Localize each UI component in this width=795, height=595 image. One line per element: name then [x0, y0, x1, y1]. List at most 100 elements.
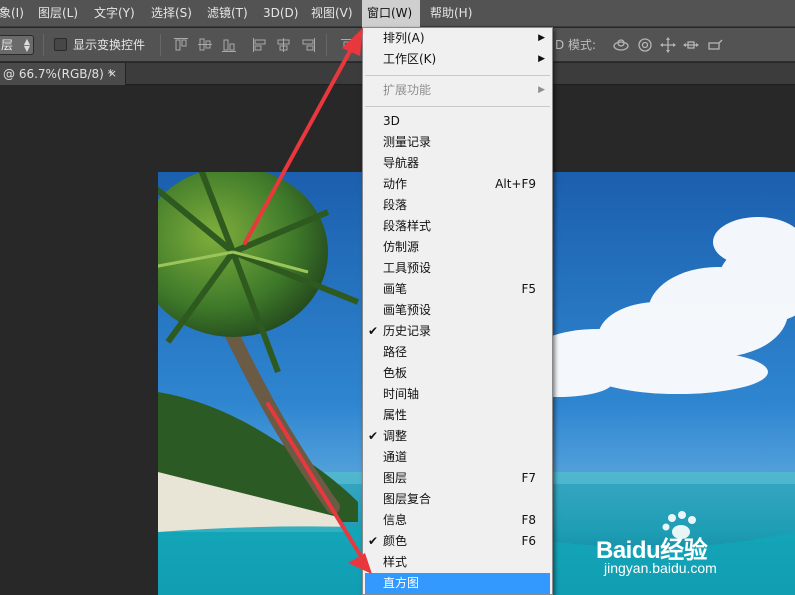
window-menu-item-label: 导航器 — [383, 156, 420, 170]
show-transform-controls-checkbox[interactable] — [54, 38, 67, 51]
window-menu-item-shortcut: F7 — [521, 471, 536, 485]
window-menu-item[interactable]: ✔ 调整 — [363, 426, 552, 447]
window-menu-item-label: 图层 — [383, 471, 408, 485]
menu-3d[interactable]: 3D(D) — [258, 0, 303, 27]
window-menu-item-label: 段落样式 — [383, 219, 432, 233]
window-menu-item-label: 属性 — [383, 408, 408, 422]
window-menu-item[interactable]: 路径 — [363, 342, 552, 363]
window-menu-item[interactable]: 属性 — [363, 405, 552, 426]
show-transform-controls-label: 显示变换控件 — [73, 38, 146, 52]
window-menu-item-label: 历史记录 — [383, 324, 432, 338]
window-menu-item[interactable]: 图层 F7 — [363, 468, 552, 489]
align-left-icon[interactable] — [252, 37, 268, 53]
align-bottom-icon[interactable] — [221, 37, 237, 53]
window-menu-item-label: 工具预设 — [383, 261, 432, 275]
window-menu-item[interactable]: 通道 — [363, 447, 552, 468]
window-menu-item-shortcut: F6 — [521, 534, 536, 548]
3d-orbit-icon[interactable] — [612, 36, 630, 54]
menu-image[interactable]: 象(I) — [0, 0, 29, 27]
window-menu-item-label: 路径 — [383, 345, 408, 359]
window-menu-item-label: 信息 — [383, 513, 408, 527]
dropdown-arrows-icon: ▲ ▼ — [23, 37, 30, 53]
window-menu-item[interactable]: ✔ 颜色 F6 — [363, 531, 552, 552]
window-menu-item-label: 样式 — [383, 555, 408, 569]
window-menu-item[interactable]: 段落 — [363, 195, 552, 216]
separator — [160, 34, 161, 56]
window-menu-item[interactable]: 图层复合 — [363, 489, 552, 510]
window-menu-item[interactable]: 段落样式 — [363, 216, 552, 237]
document-tab[interactable]: @ 66.7%(RGB/8) * × — [0, 63, 126, 85]
align-vertical-center-icon[interactable] — [197, 37, 213, 53]
menu-separator — [365, 106, 550, 107]
window-menu-item-label: 直方图 — [383, 576, 420, 590]
window-menu-item[interactable]: 工作区(K) ▶ — [363, 49, 552, 70]
window-menu-item[interactable]: ✔ 历史记录 — [363, 321, 552, 342]
align-right-icon[interactable] — [300, 37, 316, 53]
window-menu-item-label: 扩展功能 — [383, 83, 432, 97]
window-menu-item-label: 排列(A) — [383, 31, 425, 45]
menu-layer[interactable]: 图层(L) — [33, 0, 83, 27]
menu-view[interactable]: 视图(V) — [306, 0, 358, 27]
window-menu-item-shortcut: F5 — [521, 282, 536, 296]
window-menu-item[interactable]: 信息 F8 — [363, 510, 552, 531]
window-menu-item[interactable]: 排列(A) ▶ — [363, 28, 552, 49]
window-menu-item[interactable]: 导航器 — [363, 153, 552, 174]
distribute-top-icon[interactable] — [340, 37, 356, 53]
3d-mode-label: D 模式: — [555, 38, 597, 52]
menu-filter[interactable]: 滤镜(T) — [202, 0, 253, 27]
submenu-arrow-icon: ▶ — [538, 85, 545, 95]
3d-slide-icon[interactable] — [682, 36, 700, 54]
window-menu-item-shortcut: F8 — [521, 513, 536, 527]
window-menu-dropdown: 排列(A) ▶ 工作区(K) ▶ 扩展功能 ▶ 3D 测量记录 导航器 动作 Alt+F9 段落 段落样… — [362, 27, 553, 595]
submenu-arrow-icon: ▶ — [538, 54, 545, 64]
menu-type[interactable]: 文字(Y) — [89, 0, 140, 27]
separator — [43, 34, 44, 56]
window-menu-item-label: 图层复合 — [383, 492, 432, 506]
window-menu-item-label: 仿制源 — [383, 240, 420, 254]
checkmark-icon: ✔ — [368, 429, 379, 443]
document-tab-title: @ 66.7%(RGB/8) * — [3, 67, 114, 81]
baidu-watermark: Baidu经验 jingyan.baidu.com — [596, 510, 756, 580]
auto-select-dropdown[interactable]: 层 ▲ ▼ — [0, 35, 34, 55]
window-menu-item-label: 时间轴 — [383, 387, 420, 401]
window-menu-item[interactable]: 色板 — [363, 363, 552, 384]
3d-scale-icon[interactable] — [706, 36, 724, 54]
window-menu-item[interactable]: 动作 Alt+F9 — [363, 174, 552, 195]
watermark-url: jingyan.baidu.com — [604, 560, 717, 576]
checkmark-icon: ✔ — [368, 324, 379, 338]
menu-separator — [365, 75, 550, 76]
window-menu-item-label: 画笔预设 — [383, 303, 432, 317]
window-menu-item-label: 颜色 — [383, 534, 408, 548]
align-horizontal-center-icon[interactable] — [276, 37, 292, 53]
separator — [326, 34, 327, 56]
menu-help[interactable]: 帮助(H) — [425, 0, 477, 27]
window-menu-item[interactable]: 仿制源 — [363, 237, 552, 258]
window-menu-item-label: 通道 — [383, 450, 408, 464]
window-menu-item-label: 画笔 — [383, 282, 408, 296]
window-menu-item[interactable]: 工具预设 — [363, 258, 552, 279]
window-menu-item[interactable]: 样式 — [363, 552, 552, 573]
3d-roll-icon[interactable] — [636, 36, 654, 54]
checkmark-icon: ✔ — [368, 534, 379, 548]
window-menu-item[interactable]: 直方图 — [365, 573, 550, 594]
align-top-icon[interactable] — [173, 37, 189, 53]
window-menu-item[interactable]: 测量记录 — [363, 132, 552, 153]
window-menu-item-label: 动作 — [383, 177, 408, 191]
3d-pan-icon[interactable] — [659, 36, 677, 54]
window-menu-item-shortcut: Alt+F9 — [495, 177, 536, 191]
window-menu-item[interactable]: 画笔 F5 — [363, 279, 552, 300]
window-menu-item-label: 测量记录 — [383, 135, 432, 149]
window-menu-item-label: 调整 — [383, 429, 408, 443]
auto-select-value: 层 — [1, 38, 14, 52]
window-menu-item[interactable]: 时间轴 — [363, 384, 552, 405]
window-menu-item[interactable]: 画笔预设 — [363, 300, 552, 321]
menu-select[interactable]: 选择(S) — [146, 0, 197, 27]
window-menu-item: 扩展功能 ▶ — [363, 80, 552, 101]
window-menu-item-label: 色板 — [383, 366, 408, 380]
menu-window[interactable]: 窗口(W) — [362, 0, 420, 27]
menu-bar: 象(I) 图层(L) 文字(Y) 选择(S) 滤镜(T) 3D(D) 视图(V)… — [0, 0, 795, 27]
close-icon[interactable]: × — [108, 63, 117, 85]
window-menu-item-label: 段落 — [383, 198, 408, 212]
window-menu-item[interactable]: 3D — [363, 111, 552, 132]
window-menu-item-label: 工作区(K) — [383, 52, 437, 66]
